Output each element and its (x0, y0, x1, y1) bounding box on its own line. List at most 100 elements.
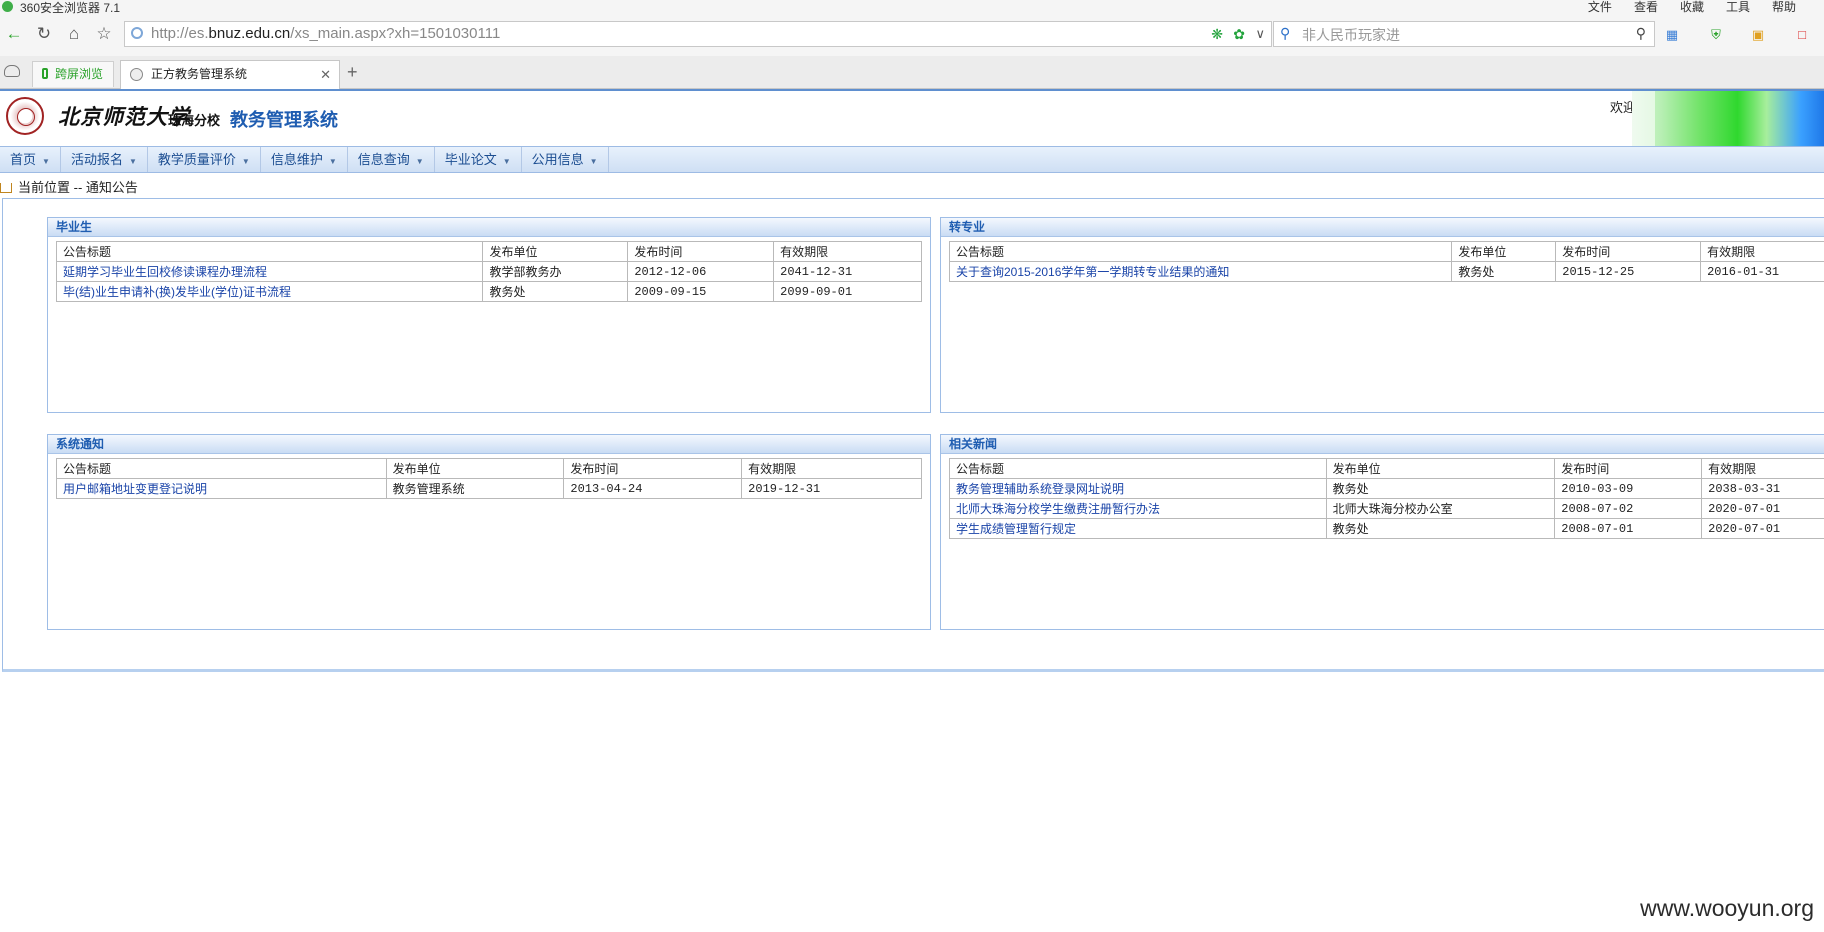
watermark: www.wooyun.org (1640, 895, 1814, 921)
breadcrumb: 当前位置 -- 通知公告 (0, 177, 138, 196)
col-title: 公告标题 (949, 458, 1327, 479)
tab-cross-screen[interactable]: 跨屏浏览 (32, 61, 114, 87)
table-row: 教务管理辅助系统登录网址说明 教务处 2010-03-09 2038-03-31 (949, 478, 1824, 499)
table-row: 北师大珠海分校学生缴费注册暂行办法 北师大珠海分校办公室 2008-07-02 … (949, 498, 1824, 519)
menu-view[interactable]: 查看 (1634, 0, 1658, 15)
browser-menu: 文件 查看 收藏 工具 帮助 (1588, 0, 1796, 15)
menu-file[interactable]: 文件 (1588, 0, 1612, 15)
notice-link[interactable]: 关于查询2015-2016学年第一学期转专业结果的通知 (948, 261, 1453, 282)
panel-heading: 毕业生 (48, 218, 930, 237)
col-date: 发布时间 (563, 458, 743, 479)
browser-title-bar: 360安全浏览器 7.1 文件 查看 收藏 工具 帮助 (0, 0, 1824, 15)
col-unit: 发布单位 (385, 458, 565, 479)
notice-link[interactable]: 毕(结)业生申请补(换)发毕业(学位)证书流程 (55, 281, 484, 302)
menu-tools[interactable]: 工具 (1726, 0, 1750, 15)
col-unit: 发布单位 (1451, 241, 1557, 262)
browser-logo-icon (2, 1, 13, 12)
notice-date: 2008-07-02 (1554, 498, 1703, 519)
chevron-down-icon[interactable]: ∨ (1255, 26, 1265, 42)
panel-heading: 相关新闻 (941, 435, 1824, 454)
notice-date: 2009-09-15 (627, 281, 775, 302)
col-unit: 发布单位 (1325, 458, 1556, 479)
panel-heading: 系统通知 (48, 435, 930, 454)
col-title: 公告标题 (56, 458, 387, 479)
reader-icon[interactable]: □ (1794, 27, 1810, 43)
tab-label: 正方教务管理系统 (151, 67, 248, 81)
speed-mode-icon[interactable]: ✿ (1233, 26, 1245, 43)
notice-expiry: 2019-12-31 (741, 478, 922, 499)
tab-label: 跨屏浏览 (55, 67, 104, 81)
col-date: 发布时间 (627, 241, 775, 262)
nav-info-maintenance[interactable]: 信息维护 ▼ (261, 147, 348, 172)
globe-icon (131, 27, 143, 39)
tab-active[interactable]: 正方教务管理系统 ✕ (120, 60, 340, 89)
notice-date: 2013-04-24 (563, 478, 743, 499)
dropdown-arrow-icon: ▼ (328, 157, 337, 166)
notice-expiry: 2099-09-01 (773, 281, 922, 302)
nav-home[interactable]: 首页 ▼ (0, 147, 61, 172)
page-header: 北京师范大学 珠海分校 教务管理系统 欢迎 (0, 89, 1824, 156)
dropdown-arrow-icon: ▼ (415, 157, 424, 166)
notice-expiry: 2016-01-31 (1700, 261, 1824, 282)
shield-icon[interactable]: ⛨ (1708, 27, 1724, 43)
cloud-icon[interactable] (4, 65, 20, 77)
notice-unit: 教务处 (482, 281, 629, 302)
extension-icon[interactable]: ▣ (1750, 27, 1766, 43)
table-header-row: 公告标题 发布单位 发布时间 有效期限 (949, 458, 1824, 479)
notice-table: 公告标题 发布单位 发布时间 有效期限 延期学习毕业生回校修读课程办理流程 教学… (55, 241, 922, 302)
apps-icon[interactable]: ▦ (1664, 27, 1680, 43)
main-nav: 首页 ▼ 活动报名 ▼ 教学质量评价 ▼ 信息维护 ▼ 信息查询 ▼ 毕业论文 ▼ 公用信息… (0, 146, 1824, 173)
notice-unit: 教务处 (1451, 261, 1557, 282)
phone-icon (42, 68, 48, 79)
back-icon[interactable]: ← (4, 24, 24, 44)
col-expiry: 有效期限 (1700, 241, 1824, 262)
address-bar[interactable]: http://es.bnuz.edu.cn/xs_main.aspx?xh=15… (124, 21, 1272, 47)
table-row: 用户邮箱地址变更登记说明 教务管理系统 2013-04-24 2019-12-3… (56, 478, 922, 499)
menu-favorites[interactable]: 收藏 (1680, 0, 1704, 15)
refresh-icon[interactable]: ↻ (34, 24, 54, 44)
close-icon[interactable]: ✕ (320, 61, 331, 88)
search-input[interactable] (1300, 24, 1614, 46)
col-date: 发布时间 (1554, 458, 1703, 479)
notice-expiry: 2020-07-01 (1701, 498, 1824, 519)
new-tab-icon[interactable]: + (347, 62, 358, 83)
col-date: 发布时间 (1555, 241, 1702, 262)
search-icon[interactable]: ⚲ (1636, 25, 1646, 42)
table-row: 毕(结)业生申请补(换)发毕业(学位)证书流程 教务处 2009-09-15 2… (55, 281, 922, 302)
nav-activity-signup[interactable]: 活动报名 ▼ (61, 147, 148, 172)
dropdown-arrow-icon: ▼ (589, 157, 598, 166)
search-engine-icon[interactable]: ⚲ (1280, 25, 1290, 42)
notice-unit: 教务处 (1325, 518, 1556, 539)
dropdown-arrow-icon: ▼ (128, 157, 137, 166)
dropdown-arrow-icon: ▼ (502, 157, 511, 166)
menu-help[interactable]: 帮助 (1772, 0, 1796, 15)
notice-date: 2012-12-06 (627, 261, 775, 282)
home-icon[interactable]: ⌂ (64, 24, 84, 44)
notice-date: 2010-03-09 (1554, 478, 1703, 499)
notice-link[interactable]: 用户邮箱地址变更登记说明 (56, 478, 387, 499)
notice-date: 2008-07-01 (1554, 518, 1703, 539)
notice-table: 公告标题 发布单位 发布时间 有效期限 用户邮箱地址变更登记说明 教务管理系统 … (56, 458, 922, 499)
nav-public-info[interactable]: 公用信息 ▼ (522, 147, 609, 172)
col-expiry: 有效期限 (1701, 458, 1824, 479)
notice-link[interactable]: 教务管理辅助系统登录网址说明 (949, 478, 1327, 499)
nav-info-query[interactable]: 信息查询 ▼ (348, 147, 435, 172)
security-icon[interactable]: ❋ (1211, 26, 1223, 43)
address-url: http://es.bnuz.edu.cn/xs_main.aspx?xh=15… (151, 25, 501, 42)
nav-thesis[interactable]: 毕业论文 ▼ (435, 147, 522, 172)
tab-bar: 跨屏浏览 正方教务管理系统 ✕ + (0, 56, 1824, 89)
table-row: 延期学习毕业生回校修读课程办理流程 教学部教务办 2012-12-06 2041… (55, 261, 922, 282)
nav-teaching-evaluation[interactable]: 教学质量评价 ▼ (148, 147, 261, 172)
notice-link[interactable]: 延期学习毕业生回校修读课程办理流程 (55, 261, 484, 282)
notice-expiry: 2038-03-31 (1701, 478, 1824, 499)
panel-transfer: 转专业 公告标题 发布单位 发布时间 有效期限 关于查询2015-2016学年第… (940, 217, 1824, 413)
notice-link[interactable]: 学生成绩管理暂行规定 (949, 518, 1327, 539)
notice-link[interactable]: 北师大珠海分校学生缴费注册暂行办法 (949, 498, 1327, 519)
star-icon[interactable]: ☆ (94, 24, 114, 44)
table-header-row: 公告标题 发布单位 发布时间 有效期限 (55, 241, 922, 262)
dropdown-arrow-icon: ▼ (241, 157, 250, 166)
col-title: 公告标题 (55, 241, 484, 262)
table-header-row: 公告标题 发布单位 发布时间 有效期限 (948, 241, 1824, 262)
table-row: 学生成绩管理暂行规定 教务处 2008-07-01 2020-07-01 (949, 518, 1824, 539)
col-expiry: 有效期限 (741, 458, 922, 479)
